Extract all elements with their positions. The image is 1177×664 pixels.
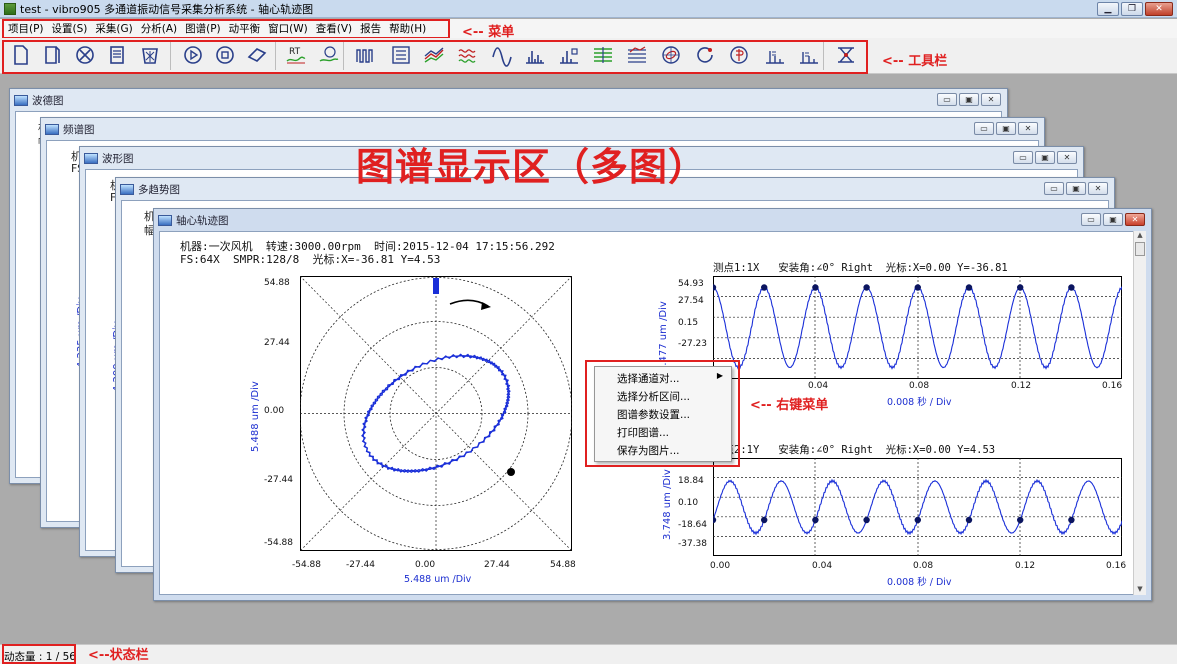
context-menu-highlight-box [585,360,740,467]
window-title-waveform: 波形图 [102,152,134,165]
wave2-x-axis-label: 0.008 秒 / Div [887,577,952,588]
title-bar: test - vibro905 多通道振动信号采集分析系统 - 轴心轨迹图 ▁ … [0,0,1177,18]
wave2-x-tick: 0.08 [913,561,934,571]
minimize-button[interactable]: ▭ [937,93,957,106]
wave1-plot [713,276,1122,379]
window-title-multi-trend: 多趋势图 [138,183,180,196]
close-button[interactable]: ✕ [1088,182,1108,195]
wave1-x-tick: 0.04 [808,381,829,391]
wave2-x-tick: 0.12 [1015,561,1036,571]
orbit-y-tick: -27.44 [264,475,294,485]
maximize-button[interactable]: ▣ [1066,182,1086,195]
window-title-spectrum: 频谱图 [63,123,95,136]
window-title-orbit: 轴心轨迹图 [176,214,229,227]
wave2-y-tick: -18.64 [678,520,708,530]
wave1-x-tick: 0.08 [909,381,930,391]
chart-window-icon [120,183,134,195]
chart-window-icon [158,214,172,226]
wave2-plot [713,458,1122,556]
status-highlight-box [2,644,76,664]
menu-highlight-box [2,19,450,39]
wave1-x-tick: 0.16 [1102,381,1123,391]
close-button[interactable]: ✕ [1018,122,1038,135]
context-menu-annotation: <-- 右键菜单 [750,398,829,413]
wave1-y-tick: 27.54 [678,296,704,306]
wave2-x-tick: 0.00 [710,561,731,571]
chart-window-icon [14,94,28,106]
minimize-button[interactable]: ▭ [1013,151,1033,164]
orbit-y-tick: 0.00 [264,406,285,416]
app-icon [4,2,16,15]
wave1-y-tick: -27.23 [678,339,708,349]
window-title: test - vibro905 多通道振动信号采集分析系统 - 轴心轨迹图 [20,2,314,16]
toolbar-highlight-box [2,40,868,74]
chart-window-icon [45,123,59,135]
close-button[interactable]: ✕ [1125,213,1145,226]
wave1-x-axis-label: 0.008 秒 / Div [887,397,952,408]
maximize-button[interactable]: ▣ [959,93,979,106]
maximize-button[interactable]: ▣ [1035,151,1055,164]
minimize-button[interactable]: ▭ [1081,213,1101,226]
maximize-button[interactable]: ▣ [1103,213,1123,226]
wave2-header: 测点2:1Y 安装角:∠0° Right 光标:X=0.00 Y=4.53 [713,444,996,456]
close-button[interactable]: ✕ [981,93,1001,106]
wave2-x-tick: 0.04 [812,561,833,571]
orbit-x-tick: 27.44 [484,560,510,570]
minimize-button[interactable]: ▭ [974,122,994,135]
close-button[interactable]: ✕ [1145,2,1173,16]
maximize-button[interactable]: ❐ [1121,2,1143,16]
wave2-y-tick: -37.38 [678,539,708,549]
maximize-button[interactable]: ▣ [996,122,1016,135]
wave1-x-tick: 0.12 [1011,381,1032,391]
orbit-x-axis-label: 5.488 um /Div [404,574,472,585]
minimize-button[interactable]: ▁ [1097,2,1119,16]
orbit-x-tick: -27.44 [346,560,376,570]
window-title-bode: 波德图 [32,94,64,107]
orbit-info-line2: FS:64X SMPR:128/8 光标:X=-36.81 Y=4.53 [180,253,441,266]
orbit-y-axis-label: 5.488 um /Div [250,381,261,452]
chart-window-icon [84,152,98,164]
wave1-y-tick: 54.93 [678,279,704,289]
vertical-scrollbar[interactable]: ▲ ▼ [1133,231,1146,595]
wave2-y-axis-label: 3.748 um /Div [662,469,673,540]
orbit-y-tick: -54.88 [264,538,294,548]
wave2-y-tick: 0.10 [678,498,699,508]
scrollbar-thumb[interactable] [1135,242,1145,256]
orbit-x-tick: 54.88 [550,560,576,570]
orbit-y-tick: 54.88 [264,278,290,288]
orbit-x-tick: -54.88 [292,560,322,570]
orbit-y-tick: 27.44 [264,338,290,348]
minimize-button[interactable]: ▭ [1044,182,1064,195]
scroll-down-arrow[interactable]: ▼ [1134,585,1146,593]
toolbar-annotation: <-- 工具栏 [882,54,948,69]
wave1-y-tick: 0.15 [678,318,699,328]
wave2-x-tick: 0.16 [1106,561,1127,571]
wave1-header: 测点1:1X 安装角:∠0° Right 光标:X=0.00 Y=-36.81 [713,262,1008,274]
status-annotation: <--状态栏 [88,648,149,663]
orbit-plot [300,276,572,551]
wave2-y-tick: 18.84 [678,476,704,486]
display-area-annotation: 图谱显示区（多图） [356,145,708,189]
status-bar: 动态量 : 1 / 56 [0,644,1177,664]
scroll-up-arrow[interactable]: ▲ [1134,231,1146,239]
orbit-x-tick: 0.00 [415,560,436,570]
close-button[interactable]: ✕ [1057,151,1077,164]
